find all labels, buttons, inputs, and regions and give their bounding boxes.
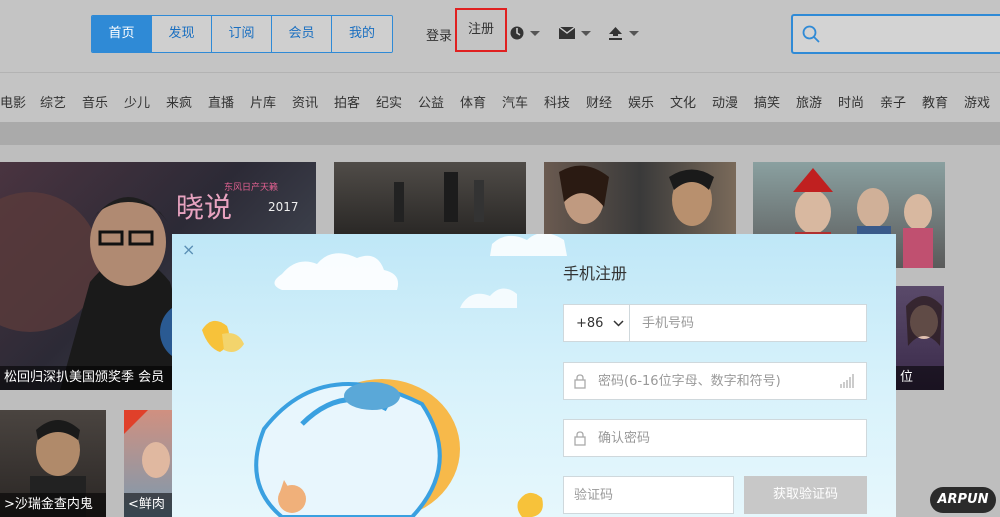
category-item[interactable]: 音乐 xyxy=(82,92,108,111)
password-strength-icon xyxy=(840,374,854,388)
chevron-down-icon xyxy=(629,30,639,36)
category-item[interactable]: 科技 xyxy=(544,92,570,111)
chevron-down-icon xyxy=(613,319,624,327)
phone-field-group: +86 xyxy=(563,304,867,342)
register-dialog: × 手机注册 +86 获取验证码 xyxy=(172,234,896,517)
country-code-value: +86 xyxy=(576,315,604,331)
chevron-down-icon xyxy=(581,30,591,36)
category-item[interactable]: 少儿 xyxy=(124,92,150,111)
nav-mine[interactable]: 我的 xyxy=(332,16,392,52)
category-item[interactable]: 纪实 xyxy=(376,92,402,111)
category-item[interactable]: 资讯 xyxy=(292,92,318,111)
thumb-image xyxy=(394,172,484,222)
clock-icon xyxy=(510,26,524,40)
thumb-caption: >沙瑞金查内鬼 xyxy=(0,493,106,517)
video-thumb[interactable]: <鲜肉 xyxy=(124,410,172,517)
lock-icon xyxy=(574,374,586,389)
category-item[interactable]: 教育 xyxy=(922,92,948,111)
history-menu[interactable] xyxy=(510,24,540,42)
category-item[interactable]: 体育 xyxy=(460,92,486,111)
category-item[interactable]: 拍客 xyxy=(334,92,360,111)
lock-icon xyxy=(574,431,586,446)
category-item[interactable]: 直播 xyxy=(208,92,234,111)
nav-discover[interactable]: 发现 xyxy=(152,16,212,52)
register-link[interactable]: 注册 xyxy=(455,8,507,52)
code-field-group xyxy=(563,476,734,514)
nav-member[interactable]: 会员 xyxy=(272,16,332,52)
watermark-logo: ARPUN xyxy=(930,487,996,513)
verification-code-input[interactable] xyxy=(574,477,729,513)
thumb-image xyxy=(559,165,714,226)
phone-input[interactable] xyxy=(642,305,862,341)
country-code-select[interactable]: +86 xyxy=(564,305,630,341)
search-input[interactable] xyxy=(791,14,1000,54)
category-item[interactable]: 时尚 xyxy=(838,92,864,111)
confirm-password-input[interactable] xyxy=(598,420,858,456)
top-header: 首页 发现 订阅 会员 我的 登录 注册 xyxy=(0,0,1000,72)
category-item[interactable]: 亲子 xyxy=(880,92,906,111)
chevron-down-icon xyxy=(530,30,540,36)
category-item[interactable]: 旅游 xyxy=(796,92,822,111)
divider-band xyxy=(0,122,1000,145)
nav-subscribe[interactable]: 订阅 xyxy=(212,16,272,52)
category-item[interactable]: 动漫 xyxy=(712,92,738,111)
password-field-group xyxy=(563,362,867,400)
search-icon xyxy=(802,25,820,43)
video-thumb[interactable]: >沙瑞金查内鬼 xyxy=(0,410,106,517)
category-item[interactable]: 片库 xyxy=(250,92,276,111)
category-item[interactable]: 财经 xyxy=(586,92,612,111)
thumb-caption: <鲜肉 xyxy=(124,493,172,517)
password-input[interactable] xyxy=(598,363,828,399)
dialog-title: 手机注册 xyxy=(563,264,628,283)
login-link[interactable]: 登录 xyxy=(426,25,452,44)
category-bar: 电影 综艺 音乐 少儿 来疯 直播 片库 资讯 拍客 纪实 公益 体育 汽车 科技 财经 娱乐 文化 动漫 搞笑 旅游… xyxy=(0,72,1000,122)
banner-sponsor: 东风日产天籁 xyxy=(224,183,279,193)
category-item[interactable]: 娱乐 xyxy=(628,92,654,111)
category-item[interactable]: 游戏 xyxy=(964,92,990,111)
close-icon[interactable]: × xyxy=(182,240,195,259)
main-nav: 首页 发现 订阅 会员 我的 xyxy=(91,15,393,53)
category-item[interactable]: 综艺 xyxy=(40,92,66,111)
category-item[interactable]: 搞笑 xyxy=(754,92,780,111)
category-item[interactable]: 文化 xyxy=(670,92,696,111)
mail-icon xyxy=(559,27,575,39)
get-code-button[interactable]: 获取验证码 xyxy=(744,476,867,514)
upload-menu[interactable] xyxy=(608,24,639,42)
category-item[interactable]: 来疯 xyxy=(166,92,192,111)
banner-year: 2017 xyxy=(268,200,299,214)
video-thumb[interactable] xyxy=(544,162,736,234)
confirm-password-field-group xyxy=(563,419,867,457)
category-item[interactable]: 公益 xyxy=(418,92,444,111)
upload-icon xyxy=(609,26,622,40)
nav-home[interactable]: 首页 xyxy=(92,16,152,52)
video-thumb[interactable] xyxy=(334,162,526,234)
category-item[interactable]: 汽车 xyxy=(502,92,528,111)
message-menu[interactable] xyxy=(559,24,591,42)
category-item[interactable]: 电影 xyxy=(0,92,26,111)
video-thumb[interactable]: 位 xyxy=(896,286,944,390)
thumb-caption: 位 xyxy=(896,366,944,390)
